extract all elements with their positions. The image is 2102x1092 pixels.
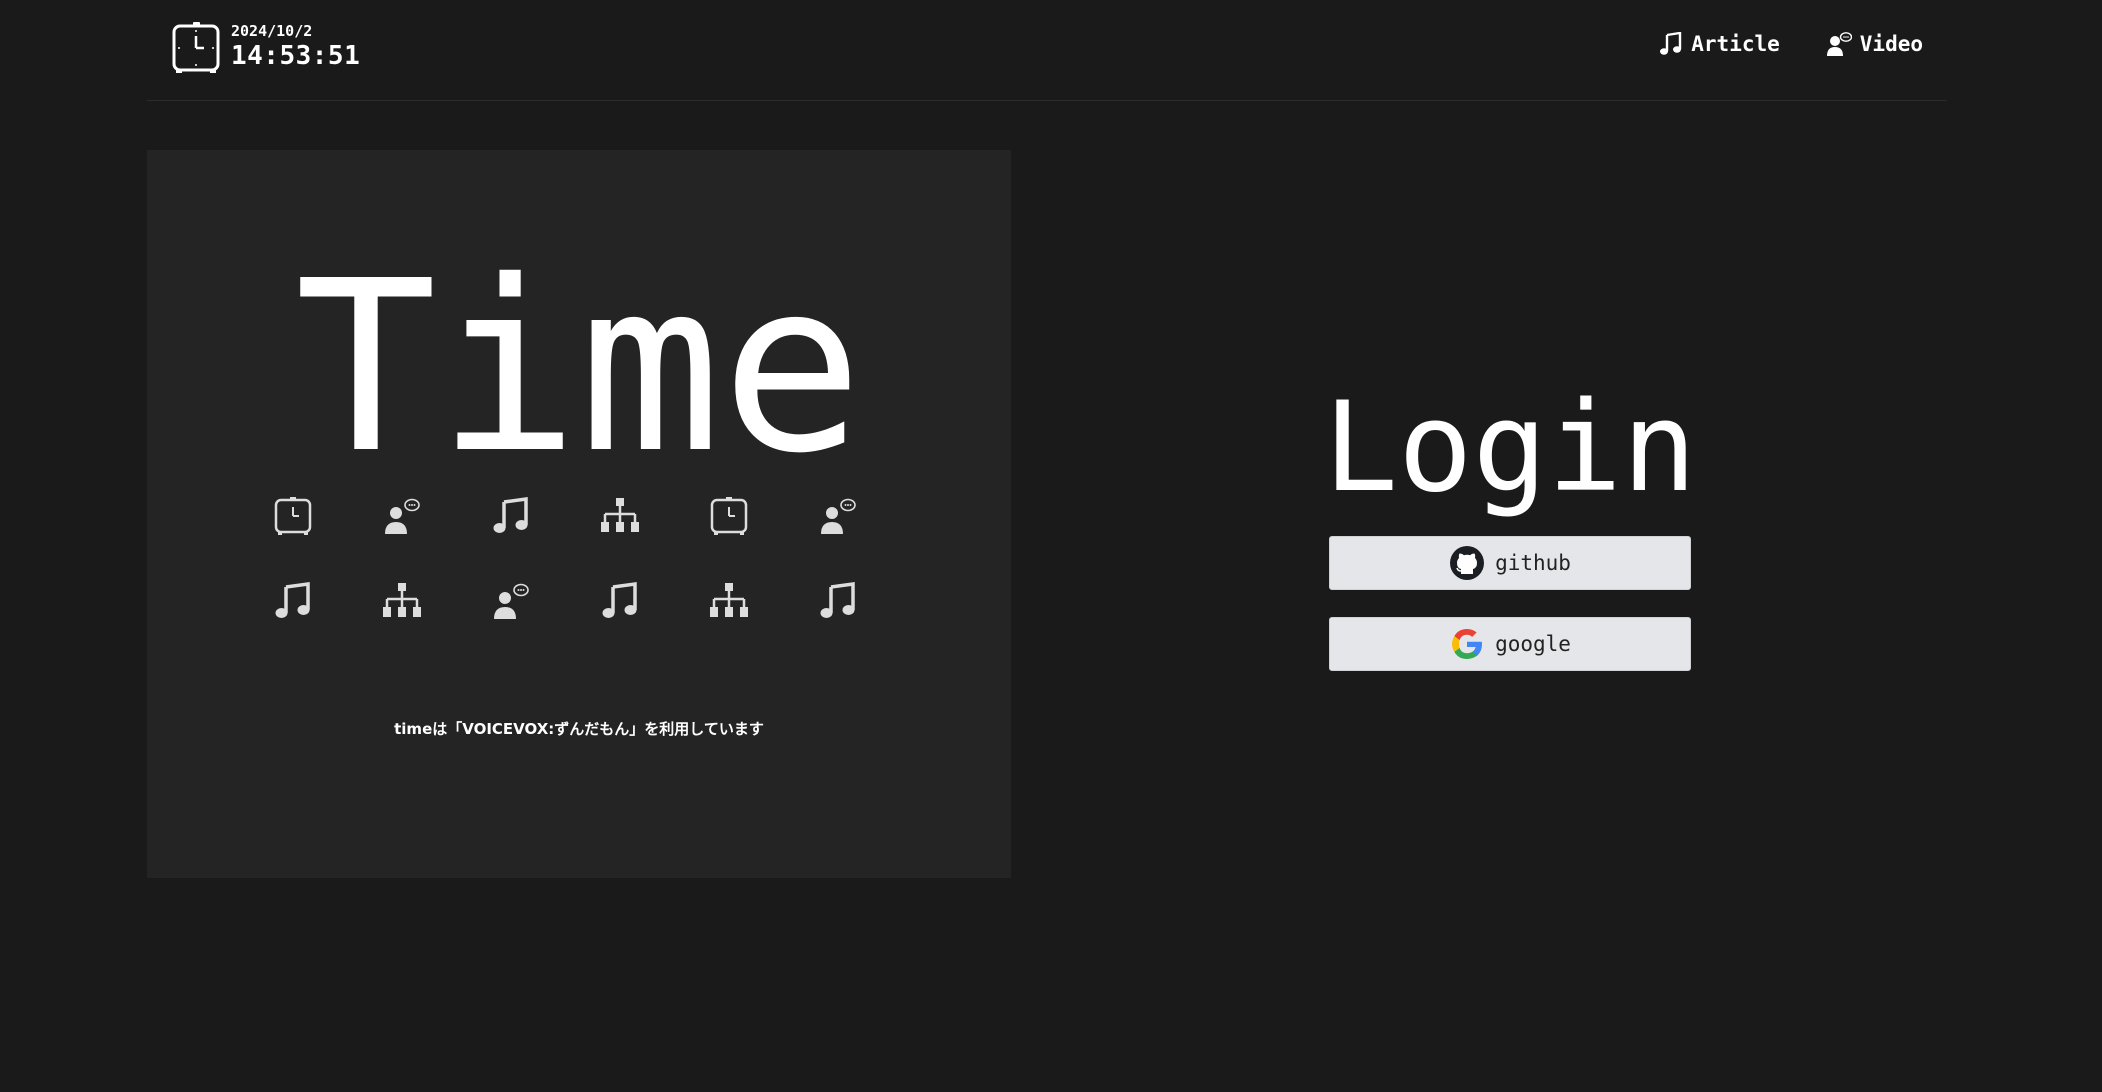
music-note-icon [489,494,533,538]
github-login-button[interactable]: github [1329,536,1691,590]
sitemap-icon [380,579,424,623]
nav-video-link[interactable]: Video [1826,32,1923,56]
music-note-icon [816,579,860,623]
sitemap-icon [598,494,642,538]
clock-icon [271,494,315,538]
login-title: Login [1323,376,1697,520]
speaking-person-icon [380,494,424,538]
google-label: google [1495,632,1571,656]
clock-icon [172,22,220,73]
clock-widget: 2024/10/2 14:53:51 [171,20,360,74]
current-date: 2024/10/2 [231,22,313,40]
google-login-button[interactable]: google [1329,617,1691,671]
nav-article-link[interactable]: Article [1659,32,1780,56]
feature-icon-grid [271,494,923,664]
top-header: 2024/10/2 14:53:51 Article Video [147,0,1947,101]
google-icon [1452,629,1483,659]
github-icon [1450,546,1485,580]
clock-icon [707,494,751,538]
nav-article-label: Article [1691,32,1780,56]
github-label: github [1495,551,1571,575]
voicevox-credit: timeは「VOICEVOX:ずんだもん」を利用しています [394,720,764,738]
hero-panel: Time timeは「VOICEVOX:ずんだもん」を利用しています [147,150,1011,878]
nav-video-label: Video [1859,32,1923,56]
speaking-person-icon [816,494,860,538]
speaking-person-icon [1826,32,1852,56]
music-note-icon [598,579,642,623]
speaking-person-icon [489,579,533,623]
main-nav: Article Video [1613,32,1923,56]
hero-title: Time [294,230,864,505]
music-note-icon [1660,32,1682,55]
current-time: 14:53:51 [231,41,361,71]
music-note-icon [271,579,315,623]
sitemap-icon [707,579,751,623]
